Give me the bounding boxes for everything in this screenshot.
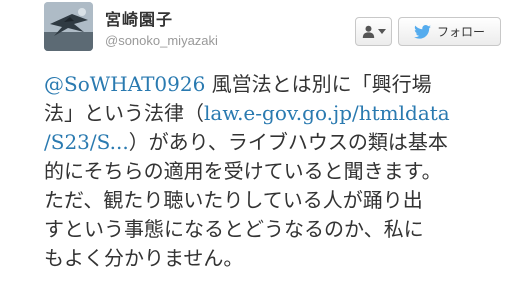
author-handle[interactable]: @sonoko_miyazaki bbox=[105, 33, 218, 48]
user-actions-button[interactable] bbox=[355, 17, 392, 46]
person-icon bbox=[362, 25, 374, 38]
tweet-text: @SoWHAT0926 風営法とは別に「興行場 法」という法律（law.e-go… bbox=[44, 70, 504, 273]
mention-link[interactable]: @SoWHAT0926 bbox=[44, 72, 205, 96]
tweet-line-1: @SoWHAT0926 風営法とは別に「興行場 bbox=[44, 70, 504, 99]
tweet-line-6: すという事態になるとどうなるのか、私に bbox=[44, 217, 424, 241]
chevron-down-icon bbox=[377, 29, 386, 34]
tweet-line-7: もよく分かりません。 bbox=[44, 246, 244, 270]
twitter-bird-icon bbox=[414, 24, 431, 39]
tweet-card: 宮崎園子 @sonoko_miyazaki フォロー @SoWHAT0926 風… bbox=[0, 0, 508, 286]
tweet-text-segment: ）があり、ライブハウスの類は基本 bbox=[128, 130, 448, 154]
avatar-image bbox=[44, 2, 93, 51]
url-link[interactable]: law.e-gov.go.jp/htmldata bbox=[204, 101, 450, 125]
tweet-line-3: /S23/S...）があり、ライブハウスの類は基本 bbox=[44, 128, 504, 157]
author-name[interactable]: 宮崎園子 bbox=[105, 6, 173, 30]
url-link-continued[interactable]: /S23/S... bbox=[44, 130, 129, 154]
tweet-line-2: 法」という法律（law.e-gov.go.jp/htmldata bbox=[44, 99, 504, 128]
tweet-text-segment: 風営法とは別に「興行場 bbox=[205, 72, 432, 96]
follow-label: フォロー bbox=[436, 25, 485, 39]
follow-button[interactable]: フォロー bbox=[398, 17, 501, 46]
avatar[interactable] bbox=[44, 2, 93, 51]
tweet-line-5: ただ、観たり聴いたりしている人が踊り出 bbox=[44, 188, 423, 212]
tweet-text-segment: 法」という法律（ bbox=[44, 101, 204, 125]
tweet-line-4: 的にそちらの適用を受けていると聞きます。 bbox=[44, 159, 442, 183]
